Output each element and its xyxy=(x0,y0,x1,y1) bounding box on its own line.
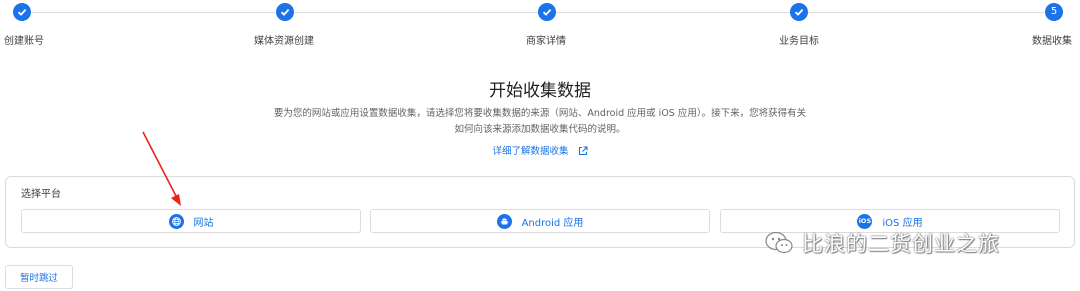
step-2-check-icon xyxy=(276,3,294,21)
step-label-business-details: 商家详情 xyxy=(526,36,566,47)
platform-android-button[interactable]: Android 应用 xyxy=(370,209,710,233)
step-label-business-goals: 业务目标 xyxy=(779,36,819,47)
android-icon xyxy=(496,213,512,229)
step-5-indicator: 5 xyxy=(1045,3,1063,21)
platform-ios-label: iOS 应用 xyxy=(882,217,923,229)
step-1-check-icon xyxy=(13,3,31,21)
step-5-number: 5 xyxy=(1050,6,1058,17)
step-connector xyxy=(31,12,275,13)
watermark-text: 比浪的二货创业之旅 xyxy=(802,232,1000,256)
skip-button[interactable]: 暂时跳过 xyxy=(5,265,73,289)
ios-icon-text: iOS xyxy=(858,217,872,225)
learn-more-link[interactable]: 详细了解数据收集 xyxy=(492,146,568,157)
page-description: 要为您的网站或应用设置数据收集，请选择您将要收集数据的来源（网站、Android… xyxy=(273,108,807,135)
page-title: 开始收集数据 xyxy=(489,81,591,101)
globe-icon xyxy=(168,213,184,229)
ios-icon: iOS xyxy=(857,213,873,229)
watermark: 比浪的二货创业之旅 xyxy=(764,228,1000,258)
platform-card-title: 选择平台 xyxy=(21,189,61,200)
platform-web-label: 网站 xyxy=(193,217,214,229)
step-4-check-icon xyxy=(790,3,808,21)
step-label-create-account: 创建账号 xyxy=(4,36,44,47)
stepper: 5 创建账号 媒体资源创建 商家详情 业务目标 数据收集 xyxy=(0,0,1080,48)
step-3-check-icon xyxy=(538,3,556,21)
learn-more-row: 详细了解数据收集 xyxy=(0,143,1080,159)
step-connector xyxy=(556,12,790,13)
step-label-property: 媒体资源创建 xyxy=(254,36,314,47)
step-connector xyxy=(294,12,538,13)
external-link-icon[interactable] xyxy=(578,146,588,159)
platform-web-button[interactable]: 网站 xyxy=(21,209,361,233)
wechat-icon xyxy=(765,231,793,254)
step-connector xyxy=(808,12,1044,13)
step-label-data-collection: 数据收集 xyxy=(1032,36,1072,47)
platform-android-label: Android 应用 xyxy=(521,217,584,229)
